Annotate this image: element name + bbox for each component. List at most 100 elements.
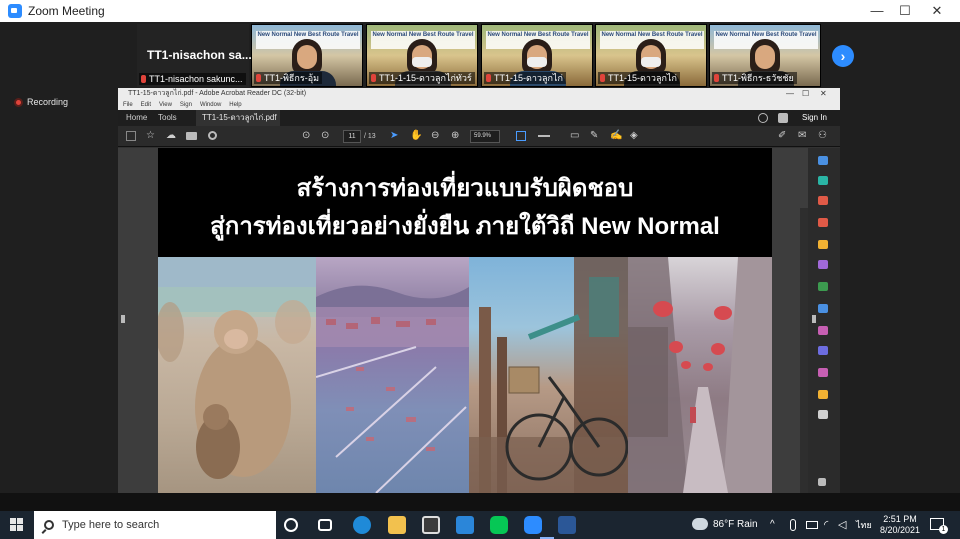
print-production-icon[interactable] bbox=[818, 390, 828, 399]
zoom-out-icon[interactable]: ⊖ bbox=[431, 129, 439, 143]
cortana-icon[interactable] bbox=[284, 518, 298, 532]
menu-edit[interactable]: Edit bbox=[141, 100, 151, 110]
file-explorer-icon[interactable] bbox=[388, 516, 406, 534]
export-pdf-icon[interactable] bbox=[818, 176, 828, 185]
participant-video-tile[interactable]: New Normal New Best Route Travel TT1-1-1… bbox=[366, 24, 478, 87]
zoom-in-icon[interactable]: ⊕ bbox=[451, 129, 459, 143]
help-icon[interactable] bbox=[758, 113, 768, 123]
add-user-icon[interactable]: ⚇ bbox=[818, 129, 827, 143]
participant-caption: TT1-nisachon sakunc... bbox=[139, 73, 246, 85]
acrobat-toolbar: ☆ ☁ ⊙ ⊙ 11 / 13 ➤ ✋ ⊖ ⊕ 59.9% ▭ ✎ ✍ ◈ ✐ … bbox=[118, 126, 840, 147]
volume-icon[interactable]: ◁ bbox=[838, 511, 846, 539]
draw-icon[interactable]: ✍ bbox=[610, 129, 622, 143]
shared-screen-acrobat: TT1-15-ดาวลูกไก่.pdf - Adobe Acrobat Rea… bbox=[118, 88, 840, 493]
sign-in-button[interactable]: Sign In bbox=[802, 110, 827, 126]
menu-view[interactable]: View bbox=[159, 100, 172, 110]
participant-video-tile[interactable]: New Normal New Best Route Travel TT1-พิธ… bbox=[709, 24, 821, 87]
upload-cloud-icon[interactable]: ☁ bbox=[166, 129, 176, 143]
acrobat-minimize-button[interactable]: — bbox=[786, 88, 794, 100]
weather-text[interactable]: 86°F Rain bbox=[713, 511, 758, 539]
show-hidden-icons-icon[interactable]: ^ bbox=[770, 511, 775, 539]
left-collapse-arrow-icon[interactable] bbox=[121, 315, 125, 323]
task-view-icon[interactable] bbox=[318, 519, 332, 531]
recording-indicator[interactable]: Recording bbox=[14, 97, 68, 107]
weather-rain-icon[interactable] bbox=[692, 518, 708, 530]
word-icon[interactable] bbox=[558, 516, 576, 534]
participant-caption: TT1-15-ดาวลูกไก่ bbox=[484, 72, 566, 84]
save-icon[interactable] bbox=[126, 131, 136, 141]
page-number-input[interactable]: 11 bbox=[343, 130, 361, 143]
protect-icon[interactable] bbox=[818, 346, 828, 355]
input-language[interactable]: ไทย bbox=[856, 511, 872, 539]
right-collapse-arrow-icon[interactable] bbox=[812, 315, 816, 323]
zoom-icon[interactable] bbox=[818, 156, 828, 165]
participant-tile-name-only[interactable]: TT1-nisachon sa... TT1-nisachon sakunc..… bbox=[137, 24, 252, 87]
scan-icon[interactable] bbox=[818, 410, 828, 419]
hand-tool-icon[interactable]: ✋ bbox=[410, 129, 422, 143]
menu-window[interactable]: Window bbox=[200, 100, 221, 110]
next-page-icon[interactable]: ⊙ bbox=[321, 129, 329, 143]
mic-muted-icon bbox=[486, 74, 491, 82]
organize-pages-icon[interactable] bbox=[818, 196, 828, 205]
participant-video-tile[interactable]: New Normal New Best Route Travel TT1-พิธ… bbox=[251, 24, 363, 87]
tab-home[interactable]: Home bbox=[126, 110, 147, 126]
acrobat-close-button[interactable]: ✕ bbox=[820, 88, 827, 100]
collapse-panel-icon[interactable] bbox=[818, 478, 826, 486]
maximize-button[interactable]: ☐ bbox=[888, 0, 922, 22]
taskbar-clock[interactable]: 2:51 PM 8/20/2021 bbox=[880, 514, 920, 536]
find-icon[interactable] bbox=[208, 131, 217, 140]
edit-pdf-icon[interactable] bbox=[818, 260, 828, 269]
zoom-app-icon[interactable] bbox=[524, 516, 542, 534]
mic-muted-icon bbox=[256, 74, 261, 82]
create-pdf-icon[interactable] bbox=[818, 218, 828, 227]
select-cursor-icon[interactable]: ➤ bbox=[390, 129, 398, 143]
menu-sign[interactable]: Sign bbox=[180, 100, 192, 110]
zoom-bottom-strip bbox=[0, 493, 960, 511]
share-sign-icon[interactable]: ✐ bbox=[778, 129, 786, 143]
clock-time: 2:51 PM bbox=[883, 514, 917, 524]
notifications-icon[interactable] bbox=[778, 113, 788, 123]
next-participants-button[interactable]: › bbox=[832, 45, 854, 67]
document-viewport[interactable]: สร้างการท่องเที่ยวแบบรับผิดชอบ สู่การท่อ… bbox=[118, 148, 808, 493]
print-icon[interactable] bbox=[186, 132, 197, 140]
windows-start-icon[interactable] bbox=[10, 518, 24, 532]
more-tools-icon[interactable] bbox=[818, 368, 828, 377]
edge-icon[interactable] bbox=[353, 516, 371, 534]
previous-page-icon[interactable]: ⊙ bbox=[302, 129, 310, 143]
fill-sign-icon[interactable]: ◈ bbox=[630, 129, 638, 143]
microphone-icon[interactable] bbox=[790, 519, 796, 531]
acrobat-maximize-button[interactable]: ☐ bbox=[802, 88, 809, 100]
document-scrollbar[interactable] bbox=[800, 208, 808, 493]
line-icon[interactable] bbox=[490, 516, 508, 534]
scroll-mode-icon[interactable] bbox=[538, 135, 550, 137]
tab-document[interactable]: TT1-15-ดาวลูกไก่.pdf × bbox=[196, 110, 280, 138]
participant-caption: TT1-พิธีกร-ธวัชชัย bbox=[712, 72, 797, 84]
participant-video-tile[interactable]: New Normal New Best Route Travel TT1-15-… bbox=[481, 24, 593, 87]
menu-file[interactable]: File bbox=[123, 100, 133, 110]
fill-sign-tool-icon[interactable] bbox=[818, 326, 828, 335]
participant-caption: TT1-1-15-ดาวลูกไก่ทัวร์ bbox=[369, 72, 475, 84]
mail-icon[interactable] bbox=[456, 516, 474, 534]
comment-tool-icon[interactable] bbox=[818, 240, 828, 249]
highlight-pen-icon[interactable]: ✎ bbox=[590, 129, 598, 143]
tab-tools[interactable]: Tools bbox=[158, 110, 177, 126]
zoom-level-select[interactable]: 59.9% bbox=[470, 130, 500, 143]
taskbar-search-box[interactable]: Type here to search bbox=[34, 511, 276, 539]
participant-video-tile[interactable]: New Normal New Best Route Travel TT1-15-… bbox=[595, 24, 707, 87]
bookmark-star-icon[interactable]: ☆ bbox=[146, 129, 155, 143]
comment-icon[interactable]: ▭ bbox=[570, 129, 579, 143]
acrobat-titlebar: TT1-15-ดาวลูกไก่.pdf - Adobe Acrobat Rea… bbox=[118, 88, 840, 100]
email-icon[interactable]: ✉ bbox=[798, 129, 806, 143]
excel-export-icon[interactable] bbox=[818, 282, 828, 291]
photo-harbor bbox=[316, 257, 469, 493]
menu-help[interactable]: Help bbox=[229, 100, 241, 110]
acrobat-window-title: TT1-15-ดาวลูกไก่.pdf - Adobe Acrobat Rea… bbox=[128, 90, 307, 97]
compress-icon[interactable] bbox=[818, 304, 828, 313]
wifi-icon[interactable]: ◜ bbox=[824, 511, 828, 539]
display-icon[interactable] bbox=[806, 521, 818, 529]
close-button[interactable]: ✕ bbox=[920, 0, 954, 22]
store-icon[interactable] bbox=[422, 516, 440, 534]
fit-page-icon[interactable] bbox=[516, 131, 526, 141]
participant-caption: TT1-พิธีกร-อุ้ม bbox=[254, 72, 323, 84]
pdf-slide-page: สร้างการท่องเที่ยวแบบรับผิดชอบ สู่การท่อ… bbox=[158, 148, 772, 493]
